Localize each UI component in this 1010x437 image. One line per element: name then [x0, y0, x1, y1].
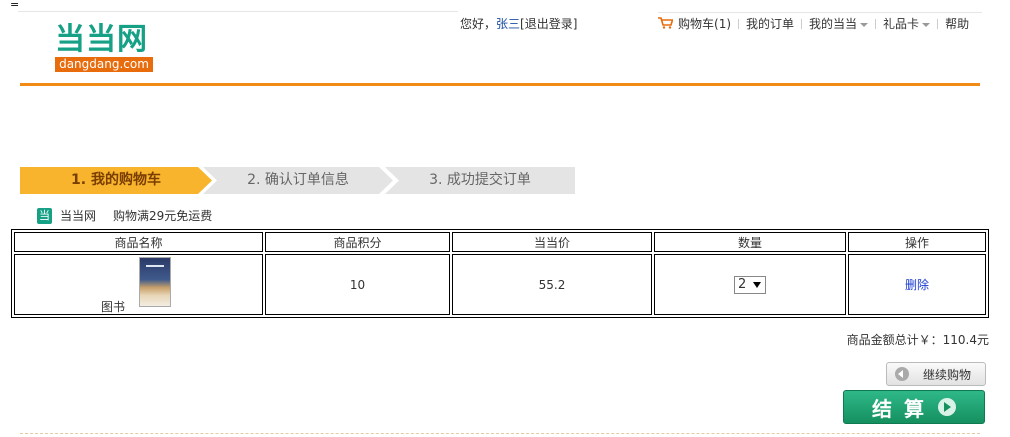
column-header: 数量 [654, 232, 846, 252]
nav-my-dangdang-label: 我的当当 [809, 17, 858, 31]
cart-table: 商品名称 商品积分 当当价 数量 操作 图书 10 55.2 2 删除 [11, 229, 989, 318]
total-value: 110.4元 [942, 333, 989, 347]
arrow-right-circle-icon [938, 398, 956, 416]
delete-link[interactable]: 删除 [905, 278, 929, 292]
step-label: 3. 成功提交订单 [429, 172, 531, 188]
column-header: 商品积分 [265, 232, 450, 252]
logo-text: 当当网 [55, 22, 148, 57]
user-greeting: 您好，张三[退出登录] [460, 15, 577, 32]
checkout-label: 结算 [872, 396, 936, 421]
nav-help[interactable]: 帮助 [945, 15, 969, 32]
corner-mark: = [10, 0, 20, 11]
order-total: 商品金额总计￥：110.4元 [847, 331, 989, 348]
nav-gift-card[interactable]: 礼品卡 [883, 15, 931, 32]
step-confirm-order: 2. 确认订单信息 [203, 167, 393, 194]
footer-divider [20, 433, 980, 434]
column-header: 商品名称 [14, 232, 263, 252]
quantity-value: 2 [738, 276, 747, 292]
top-navigation: 购物车(1) 我的订单 我的当当 礼品卡 帮助 [658, 12, 982, 32]
product-category: 图书 [101, 300, 126, 314]
table-header-row: 商品名称 商品积分 当当价 数量 操作 [14, 232, 986, 252]
username-link[interactable]: 张三 [496, 17, 520, 31]
step-submit-order: 3. 成功提交订单 [385, 167, 575, 194]
greeting-text: 您好， [460, 17, 497, 31]
points-cell: 10 [265, 254, 450, 315]
dangdang-logo[interactable]: 当当网 dangdang.com [55, 24, 155, 72]
chevron-down-icon [860, 22, 869, 27]
cart-icon [658, 17, 673, 29]
nav-my-dangdang[interactable]: 我的当当 [809, 15, 869, 32]
price-cell: 55.2 [452, 254, 652, 315]
nav-separator [801, 18, 803, 29]
product-cell: 图书 [14, 254, 263, 315]
action-cell: 删除 [848, 254, 986, 315]
table-row: 图书 10 55.2 2 删除 [14, 254, 986, 315]
nav-gift-card-label: 礼品卡 [883, 17, 920, 31]
shop-info: 当 当当网 购物满29元免运费 [37, 207, 212, 224]
column-header: 当当价 [452, 232, 652, 252]
shipping-promo: 购物满29元免运费 [113, 209, 213, 223]
shop-logo-icon: 当 [37, 207, 52, 224]
step-my-cart: 1. 我的购物车 [20, 167, 212, 194]
quantity-select[interactable]: 2 [734, 275, 766, 294]
logout-link[interactable]: [退出登录] [520, 17, 577, 31]
logo-domain: dangdang.com [55, 57, 153, 72]
step-label: 2. 确认订单信息 [247, 172, 349, 188]
book-cover-image[interactable] [139, 257, 171, 307]
shop-name: 当当网 [60, 209, 97, 223]
nav-cart-label: 购物车 [678, 17, 715, 31]
nav-cart[interactable]: 购物车(1) [658, 15, 731, 32]
step-label: 1. 我的购物车 [71, 172, 161, 188]
nav-my-orders[interactable]: 我的订单 [746, 15, 794, 32]
continue-shopping-label: 继续购物 [923, 367, 972, 382]
arrow-left-circle-icon [895, 367, 909, 381]
checkout-button[interactable]: 结算 [843, 390, 985, 424]
top-divider [18, 11, 458, 12]
nav-separator [937, 18, 939, 29]
header-divider [20, 83, 980, 86]
chevron-down-icon [753, 281, 761, 288]
nav-separator [875, 18, 877, 29]
continue-shopping-button[interactable]: 继续购物 [886, 362, 986, 386]
column-header: 操作 [848, 232, 986, 252]
chevron-down-icon [922, 22, 931, 27]
total-label: 商品金额总计￥： [846, 333, 943, 347]
quantity-cell: 2 [654, 254, 846, 315]
nav-cart-count: (1) [714, 17, 732, 31]
nav-separator [738, 18, 740, 29]
